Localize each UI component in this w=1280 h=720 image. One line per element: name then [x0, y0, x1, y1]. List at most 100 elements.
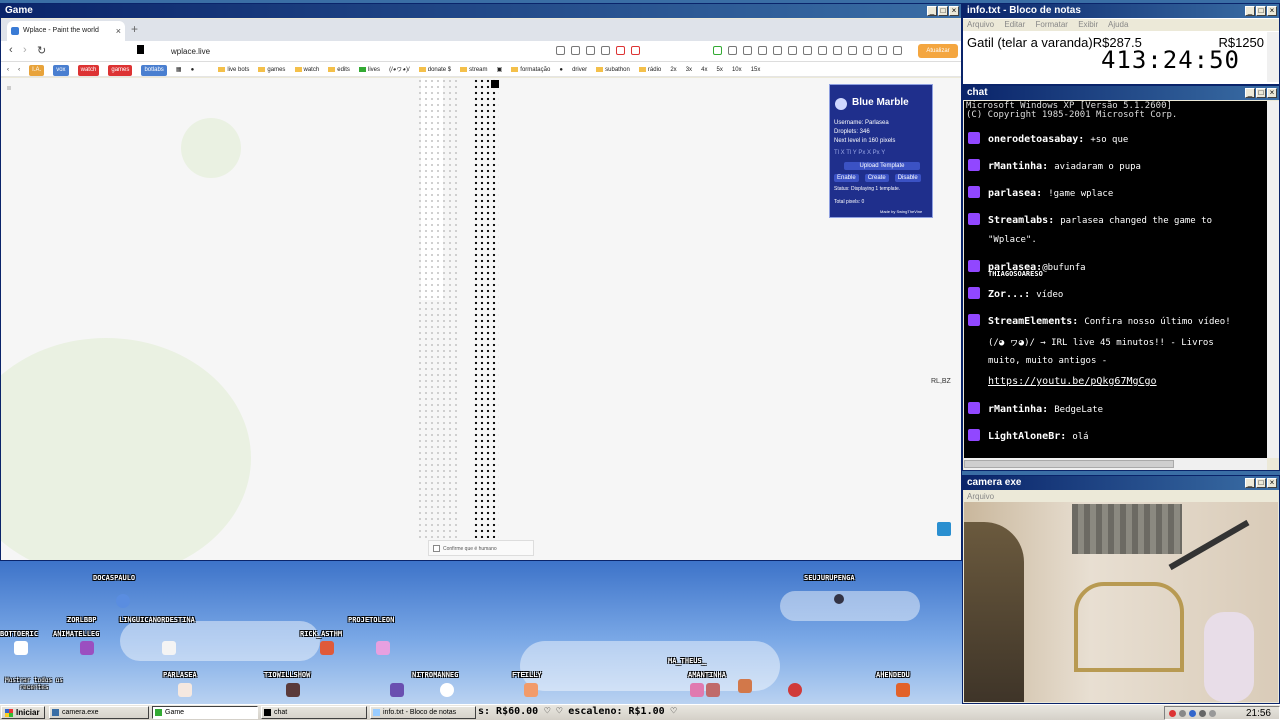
bookmark-item[interactable]: ●	[559, 63, 563, 76]
maximize-button[interactable]: □	[1256, 6, 1266, 16]
chat-username[interactable]: Zor...:	[988, 289, 1030, 300]
notepad-titlebar[interactable]: info.txt - Bloco de notas	[963, 4, 1279, 18]
extension-icon[interactable]	[893, 46, 902, 55]
bm-coordinate-inputs[interactable]: Tl X Tl Y Px X Px Y	[834, 150, 885, 156]
chat-username[interactable]: rMantinha:	[988, 161, 1048, 172]
menu-editar[interactable]: Editar	[1004, 20, 1025, 29]
maximize-button[interactable]: □	[1256, 88, 1266, 98]
new-tab-icon[interactable]: +	[131, 22, 138, 36]
update-browser-button[interactable]: Atualizar	[918, 44, 958, 58]
chat-titlebar[interactable]: chat	[963, 86, 1279, 100]
extension-icon[interactable]	[848, 46, 857, 55]
close-tab-icon[interactable]: ×	[116, 21, 121, 41]
menu-arquivo[interactable]: Arquivo	[967, 492, 994, 501]
extension-icon[interactable]	[556, 46, 565, 55]
minimize-button[interactable]: _	[1245, 478, 1255, 488]
menu-formatar[interactable]: Formatar	[1036, 20, 1068, 29]
bookmark-item[interactable]: 2x	[670, 63, 676, 76]
bookmark-item[interactable]: I.A.	[29, 65, 45, 76]
start-button[interactable]: Iniciar	[1, 706, 45, 719]
extension-icon[interactable]	[758, 46, 767, 55]
captcha-checkbox[interactable]	[433, 545, 440, 552]
bookmark-item[interactable]: watch	[77, 65, 100, 76]
bookmark-folder[interactable]: subathon	[596, 63, 630, 76]
chat-link[interactable]: https://youtu.be/pQkg67MgCgo	[988, 376, 1157, 387]
bookmark-folder[interactable]: rádio	[638, 63, 661, 76]
extension-icon[interactable]	[788, 46, 797, 55]
close-button[interactable]: ×	[1267, 478, 1277, 488]
chat-vertical-scrollbar[interactable]	[1267, 101, 1279, 458]
disable-button[interactable]: Disable	[894, 174, 921, 182]
apps-grid-icon[interactable]: ▦	[176, 63, 182, 76]
back-icon[interactable]: ‹	[9, 44, 13, 56]
menu-exibir[interactable]: Exibir	[1078, 20, 1098, 29]
extension-icon[interactable]	[616, 46, 625, 55]
extension-icon[interactable]	[818, 46, 827, 55]
tray-icon[interactable]	[1169, 710, 1176, 717]
bookmark-folder[interactable]: edits	[328, 63, 350, 76]
extension-icon[interactable]	[833, 46, 842, 55]
bookmark-folder[interactable]: games	[258, 63, 285, 76]
bookmark-item[interactable]: 3x	[686, 63, 692, 76]
chat-username[interactable]: onerodetoasabay:	[988, 134, 1084, 145]
upload-template-button[interactable]: Upload Template	[844, 162, 920, 170]
menu-ajuda[interactable]: Ajuda	[1108, 20, 1128, 29]
extension-icon[interactable]	[743, 46, 752, 55]
extension-icon[interactable]	[571, 46, 580, 55]
taskbar-item-game[interactable]: Game	[152, 706, 258, 719]
camera-titlebar[interactable]: camera exe	[963, 476, 1279, 490]
taskbar-item-camera[interactable]: camera.exe	[49, 706, 149, 719]
maximize-button[interactable]: □	[1256, 478, 1266, 488]
bookmark-item[interactable]: ‹	[7, 63, 9, 76]
bookmark-item[interactable]: 10x	[732, 63, 742, 76]
extension-icon[interactable]	[601, 46, 610, 55]
minimize-button[interactable]: _	[927, 6, 937, 16]
bookmark-item[interactable]: ‹	[18, 63, 20, 76]
browser-tab[interactable]: Wplace - Paint the world ×	[7, 21, 125, 41]
bookmark-folder[interactable]: stream	[460, 63, 488, 76]
bookmark-item[interactable]: (/◕ヮ◕)/	[389, 63, 410, 76]
taskbar-item-chat[interactable]: chat	[261, 706, 367, 719]
taskbar-item-notepad[interactable]: info.txt - Bloco de notas	[370, 706, 476, 719]
chat-username[interactable]: rMantinha:	[988, 404, 1048, 415]
bookmark-folder[interactable]: donate $	[418, 63, 451, 76]
bookmark-item[interactable]: 5x	[717, 63, 723, 76]
tray-icon[interactable]	[1189, 710, 1196, 717]
extension-icon[interactable]	[803, 46, 812, 55]
extension-icon[interactable]	[773, 46, 782, 55]
bookmark-item[interactable]: lives	[359, 63, 380, 76]
extension-icon[interactable]	[713, 46, 722, 55]
bookmark-folder[interactable]: formatação	[511, 63, 550, 76]
left-toolbar-icon[interactable]	[7, 86, 11, 90]
bookmark-item[interactable]: ●	[191, 63, 195, 76]
chat-username[interactable]: LightAloneBr:	[988, 431, 1066, 442]
wplace-map-canvas[interactable]: RL,BZ Blue Marble Username: Parlasea Dro…	[1, 78, 961, 560]
notepad-scrollbar[interactable]	[1267, 32, 1279, 82]
enable-button[interactable]: Enable	[834, 174, 859, 182]
extension-icon[interactable]	[586, 46, 595, 55]
captcha-widget[interactable]: Confirme que é humano	[428, 540, 534, 556]
chat-username[interactable]: Streamlabs:	[988, 215, 1054, 226]
bookmark-item[interactable]: 15x	[751, 63, 761, 76]
tray-icon[interactable]	[1179, 710, 1186, 717]
game-window-titlebar[interactable]: Game	[1, 4, 961, 18]
bookmark-folder[interactable]: live bots	[218, 63, 249, 76]
tray-icon[interactable]	[1209, 710, 1216, 717]
chat-username[interactable]: parlasea:	[988, 188, 1042, 199]
bookmark-item[interactable]: games	[108, 65, 133, 76]
bookmark-folder[interactable]: watch	[294, 63, 319, 76]
bookmark-item[interactable]: driver	[572, 63, 587, 76]
extension-icon[interactable]	[863, 46, 872, 55]
close-button[interactable]: ×	[949, 6, 959, 16]
bookmark-item[interactable]: 4x	[701, 63, 707, 76]
bookmark-item[interactable]: botlabs	[141, 65, 167, 76]
create-button[interactable]: Create	[864, 174, 889, 182]
forward-icon[interactable]: ›	[23, 44, 27, 56]
extension-icon[interactable]	[728, 46, 737, 55]
selected-pixel[interactable]	[491, 80, 499, 88]
minimize-button[interactable]: _	[1245, 6, 1255, 16]
extension-icon[interactable]	[878, 46, 887, 55]
bookmark-item[interactable]: vox	[53, 65, 69, 76]
menu-arquivo[interactable]: Arquivo	[967, 20, 994, 29]
chat-username[interactable]: StreamElements:	[988, 316, 1078, 327]
